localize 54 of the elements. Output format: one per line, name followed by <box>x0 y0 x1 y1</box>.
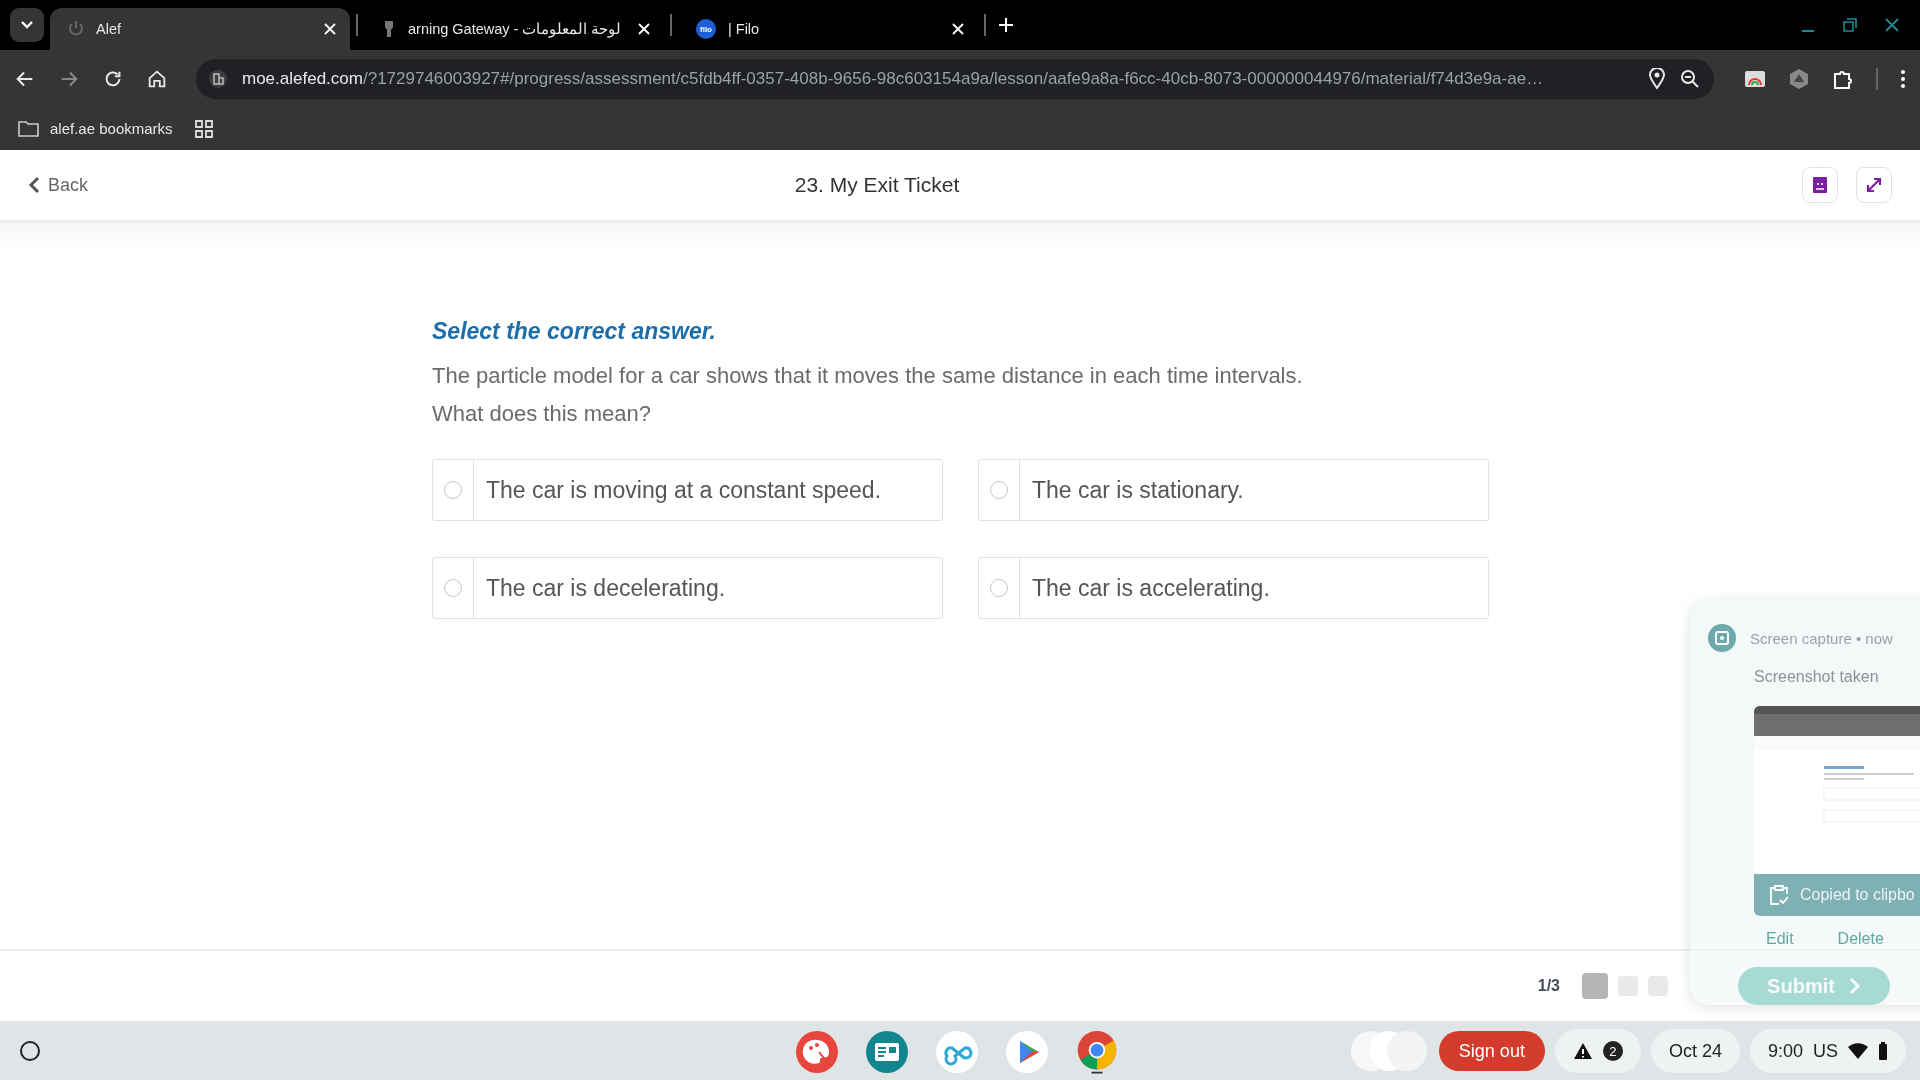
address-bar[interactable]: moe.alefed.com/?1729746003927#/progress/assessment/c5fdb4ff-0357-408b-9656-98c603154a9a/lesson/aafe9a8a-f6cc-40cb-8073-000000044976/material/f74d3e9a-ae… <box>196 58 1714 99</box>
instruction-text: Select the correct answer. <box>432 318 717 345</box>
play-icon[interactable] <box>1005 1030 1049 1074</box>
logo-badge: filo <box>696 19 716 39</box>
restore-icon[interactable] <box>1842 17 1858 33</box>
wifi-icon <box>1848 1043 1868 1059</box>
notification-source: Screen capture • now <box>1750 629 1893 647</box>
apps-grid-icon[interactable] <box>194 119 213 138</box>
torch-icon <box>382 20 396 38</box>
answer-option[interactable]: The car is stationary. <box>978 459 1489 521</box>
circle-icon <box>19 1040 41 1062</box>
card-icon[interactable] <box>865 1030 909 1074</box>
warning-icon <box>1572 1042 1593 1060</box>
menu-icon[interactable] <box>1900 68 1906 89</box>
chevron-down-icon <box>20 20 34 30</box>
site-info-icon[interactable] <box>208 68 228 89</box>
location-pin-icon[interactable] <box>1648 67 1666 90</box>
page-title: 23. My Exit Ticket <box>794 173 960 196</box>
expand-icon <box>1865 176 1883 194</box>
page-counter: 1/3 <box>1537 977 1560 995</box>
browser-tab[interactable]: filo | Filo <box>678 8 978 50</box>
notification-title: Screenshot taken <box>1754 668 1880 686</box>
palette-icon[interactable] <box>795 1030 839 1074</box>
hexagon-icon[interactable] <box>1788 67 1810 90</box>
zoom-icon[interactable] <box>1680 68 1700 89</box>
bookmark-folder[interactable]: alef.ae bookmarks <box>18 119 173 138</box>
capture-icon <box>1708 624 1736 652</box>
notebook-button[interactable] <box>1802 167 1838 203</box>
battery-icon <box>1878 1042 1888 1060</box>
answer-option[interactable]: The car is moving at a constant speed. <box>432 459 943 521</box>
status-pod[interactable]: 9:00 US <box>1749 1029 1906 1073</box>
sign-out-button[interactable]: Sign out <box>1438 1031 1545 1071</box>
chevron-right-icon <box>1848 977 1861 995</box>
expand-button[interactable] <box>1856 167 1892 203</box>
back-button[interactable]: Back <box>28 174 89 196</box>
clipboard-icon <box>1768 884 1790 906</box>
question-text: The particle model for a car shows that it moves the same distance in each time intervals. <box>432 362 1304 390</box>
browser-tab[interactable]: arning Gateway - لوحة المعلومات <box>364 8 664 50</box>
cast-icon[interactable] <box>1744 68 1766 89</box>
date-pod[interactable]: Oct 24 <box>1650 1029 1740 1073</box>
tab-list-button[interactable] <box>10 8 44 42</box>
cloud-link-icon[interactable] <box>935 1030 979 1074</box>
browser-tab[interactable]: Alef <box>50 8 350 50</box>
alert-pod[interactable]: 2 <box>1554 1029 1641 1073</box>
plus-icon[interactable] <box>996 15 1016 35</box>
browser-icon[interactable] <box>1075 1030 1119 1074</box>
answer-option[interactable]: The car is decelerating. <box>432 557 943 619</box>
notebook-icon <box>1811 176 1829 194</box>
folder-icon <box>18 119 40 138</box>
answer-option[interactable]: The car is accelerating. <box>978 557 1489 619</box>
url-text: moe.alefed.com/?1729746003927#/progress/assessment/c5fdb4ff-0357-408b-9656-98c603154a9a/lesson/aafe9a8a-f6cc-40cb-8073-000000044976/material/f74d3e9a-ae… <box>242 68 1545 89</box>
chevron-left-icon <box>28 176 40 194</box>
question-prompt: What does this mean? <box>432 400 652 428</box>
power-icon <box>68 20 84 38</box>
